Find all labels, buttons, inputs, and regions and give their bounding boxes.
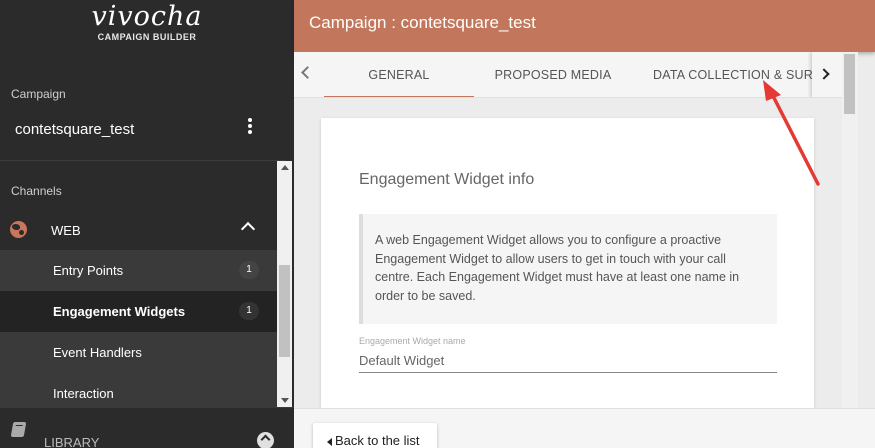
chevron-right-icon[interactable] (818, 68, 830, 80)
sidebar-item-label: Entry Points (53, 263, 124, 278)
sidebar-item-entry-points[interactable]: Entry Points 1 (0, 250, 277, 291)
scroll-up-icon[interactable] (281, 165, 289, 170)
back-to-list-button[interactable]: Back to the list (313, 423, 437, 448)
info-text: A web Engagement Widget allows you to co… (375, 233, 740, 303)
widget-name-input[interactable] (359, 349, 777, 373)
count-badge: 1 (239, 302, 259, 320)
sidebar-item-event-handlers[interactable]: Event Handlers (0, 332, 277, 373)
arrow-up-circle-icon[interactable] (257, 432, 274, 448)
widget-name-label: Engagement Widget name (359, 336, 466, 346)
logo: vivocha CAMPAIGN BUILDER (0, 0, 294, 60)
tab-general[interactable]: GENERAL (324, 52, 474, 97)
logo-text: vivocha (91, 1, 203, 32)
card-title: Engagement Widget info (359, 171, 535, 188)
channels-label: Channels (11, 184, 62, 198)
sidebar-item-engagement-widgets[interactable]: Engagement Widgets 1 (0, 291, 277, 332)
back-to-list-label: Back to the list (335, 433, 420, 448)
sidebar-item-label: Event Handlers (53, 345, 142, 360)
tab-proposed-media[interactable]: PROPOSED MEDIA (474, 52, 632, 97)
scrollbar-thumb[interactable] (279, 265, 290, 357)
footer-bar: Back to the list (294, 408, 875, 448)
sidebar-item-interaction[interactable]: Interaction (0, 373, 277, 407)
web-channel-label: WEB (51, 223, 81, 238)
main-panel: Campaign : contetsquare_test GENERAL PRO… (294, 0, 875, 448)
library-section[interactable]: LIBRARY (0, 407, 294, 448)
info-box: A web Engagement Widget allows you to co… (359, 214, 777, 324)
count-badge: 1 (239, 261, 259, 279)
widget-info-card: Engagement Widget info A web Engagement … (321, 118, 814, 408)
sidebar: vivocha CAMPAIGN BUILDER Campaign contet… (0, 0, 294, 448)
sidebar-scrollbar[interactable] (277, 161, 292, 407)
main-scrollbar[interactable] (842, 52, 858, 408)
channels-nav: Channels WEB Entry Points 1 Engagement W… (0, 161, 294, 407)
campaign-label: Campaign (11, 87, 66, 101)
globe-icon (10, 221, 27, 238)
library-label: LIBRARY (44, 435, 100, 448)
book-icon (10, 422, 27, 437)
chevron-up-icon[interactable] (240, 221, 256, 237)
sidebar-item-label: Engagement Widgets (53, 304, 186, 319)
caret-left-icon (327, 438, 332, 446)
chevron-left-icon[interactable] (301, 66, 314, 79)
page-title: Campaign : contetsquare_test (309, 13, 536, 32)
tab-next-button[interactable] (812, 52, 842, 97)
web-channel-toggle[interactable]: WEB (0, 211, 277, 251)
page-header: Campaign : contetsquare_test (294, 0, 875, 52)
scroll-down-icon[interactable] (281, 398, 289, 403)
campaign-name: contetsquare_test (15, 121, 135, 138)
sidebar-item-label: Interaction (53, 386, 114, 401)
kebab-menu-icon[interactable] (240, 118, 260, 138)
tab-bar: GENERAL PROPOSED MEDIA DATA COLLECTION &… (294, 52, 842, 98)
logo-subtitle: CAMPAIGN BUILDER (97, 32, 197, 42)
scrollbar-thumb[interactable] (844, 54, 855, 114)
